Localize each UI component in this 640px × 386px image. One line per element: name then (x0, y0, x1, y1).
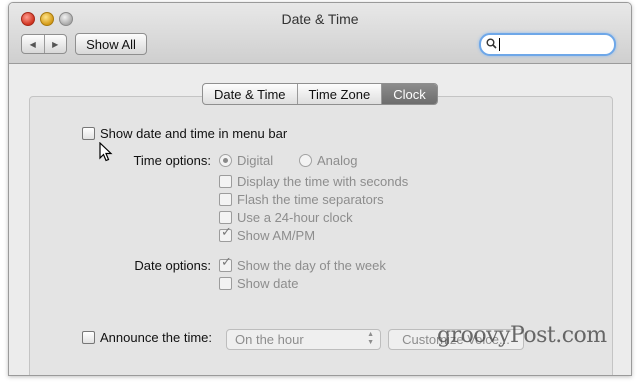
preferences-window: Date & Time ◀ ▶ Show All Date & Time Tim… (8, 2, 632, 376)
announce-interval-popup: On the hour ▲ ▼ (226, 329, 381, 350)
chevron-left-icon: ◀ (29, 39, 36, 49)
tab-bar: Date & Time Time Zone Clock (202, 83, 438, 105)
window-title: Date & Time (281, 11, 359, 27)
show-in-menu-bar-label: Show date and time in menu bar (100, 126, 288, 141)
use-24-hour-label: Use a 24-hour clock (237, 210, 353, 225)
show-in-menu-bar-checkbox[interactable] (82, 127, 95, 140)
digital-label: Digital (237, 153, 274, 168)
checkmark-icon: ✓ (221, 254, 232, 269)
show-date-label: Show date (237, 276, 299, 291)
digital-option: Digital (219, 153, 273, 168)
announce-time-label: Announce the time: (100, 330, 213, 345)
show-am-pm-label: Show AM/PM (237, 228, 316, 243)
announce-time-option[interactable]: Announce the time: (82, 330, 212, 345)
show-day-of-week-checkbox: ✓ (219, 255, 232, 272)
back-forward-control: ◀ ▶ (21, 34, 67, 54)
display-seconds-option: Display the time with seconds (219, 174, 408, 189)
analog-option: Analog (299, 153, 357, 168)
tab-clock[interactable]: Clock (381, 84, 437, 104)
title-bar: Date & Time ◀ ▶ Show All (9, 3, 631, 64)
show-all-button[interactable]: Show All (75, 33, 147, 55)
use-24-hour-option: Use a 24-hour clock (219, 210, 353, 225)
show-day-of-week-label: Show the day of the week (237, 258, 386, 273)
announce-interval-value: On the hour (235, 332, 304, 347)
search-field[interactable] (479, 33, 616, 56)
use-24-hour-checkbox (219, 211, 232, 224)
show-am-pm-checkbox: ✓ (219, 225, 232, 242)
analog-label: Analog (317, 153, 358, 168)
text-caret (499, 38, 500, 51)
chevron-up-down-icon: ▲ ▼ (367, 331, 374, 346)
chevron-right-icon: ▶ (52, 39, 59, 49)
flash-separators-label: Flash the time separators (237, 192, 384, 207)
time-options-label: Time options: (133, 153, 211, 168)
show-in-menu-bar-option[interactable]: Show date and time in menu bar (82, 126, 287, 141)
show-day-of-week-option: ✓ Show the day of the week (219, 255, 386, 273)
display-seconds-checkbox (219, 175, 232, 188)
flash-separators-checkbox (219, 193, 232, 206)
flash-separators-option: Flash the time separators (219, 192, 384, 207)
show-date-checkbox (219, 277, 232, 290)
forward-button[interactable]: ▶ (43, 35, 67, 53)
search-icon (486, 38, 497, 49)
show-date-option: Show date (219, 276, 298, 291)
display-seconds-label: Display the time with seconds (237, 174, 409, 189)
back-button[interactable]: ◀ (22, 35, 44, 53)
checkmark-icon: ✓ (221, 224, 232, 239)
announce-time-checkbox[interactable] (82, 331, 95, 344)
analog-radio (299, 154, 312, 167)
date-options-label: Date options: (134, 258, 211, 273)
digital-radio (219, 154, 232, 167)
radio-selected-dot (223, 158, 228, 163)
watermark-text: groovyPost.com (437, 323, 607, 348)
tab-time-zone[interactable]: Time Zone (296, 84, 382, 104)
show-am-pm-option: ✓ Show AM/PM (219, 225, 316, 243)
tab-date-time[interactable]: Date & Time (203, 84, 297, 104)
